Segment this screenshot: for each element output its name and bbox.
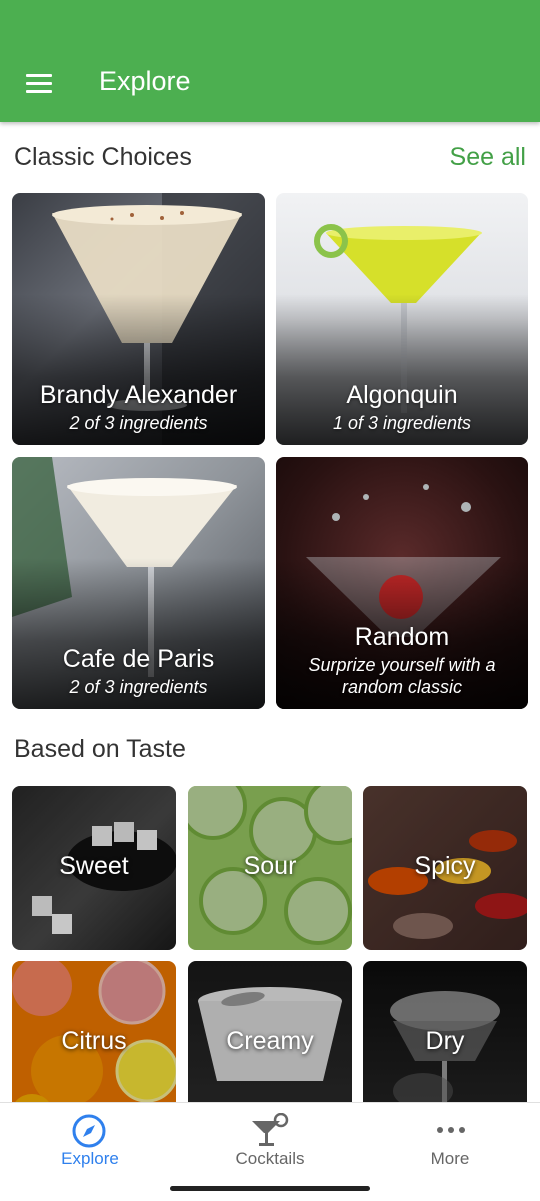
cocktail-card-random[interactable]: Random Surprize yourself with a random c… bbox=[276, 457, 528, 709]
card-subtitle-line2: random classic bbox=[341, 677, 463, 697]
taste-tile-citrus[interactable]: Citrus bbox=[12, 961, 176, 1125]
nav-label: More bbox=[430, 1149, 470, 1168]
nav-label: Explore bbox=[61, 1149, 119, 1168]
cocktail-card-brandy-alexander[interactable]: Brandy Alexander 2 of 3 ingredients bbox=[12, 193, 265, 445]
taste-tile-creamy[interactable]: Creamy bbox=[188, 961, 352, 1125]
cocktail-icon bbox=[252, 1113, 289, 1146]
classic-section-title: Classic Choices bbox=[14, 143, 192, 171]
compass-icon bbox=[72, 1114, 106, 1148]
card-subtitle: 2 of 3 ingredients bbox=[69, 677, 208, 697]
taste-label: Sweet bbox=[59, 852, 129, 880]
cocktail-card-cafe-de-paris[interactable]: Cafe de Paris 2 of 3 ingredients bbox=[12, 457, 265, 709]
card-subtitle: 2 of 3 ingredients bbox=[69, 413, 208, 433]
taste-label: Creamy bbox=[226, 1027, 314, 1055]
card-subtitle: 1 of 3 ingredients bbox=[332, 413, 472, 433]
cocktail-card-algonquin[interactable]: Algonquin 1 of 3 ingredients bbox=[276, 193, 528, 445]
taste-label: Dry bbox=[425, 1027, 465, 1055]
taste-tile-sweet[interactable]: Sweet bbox=[12, 786, 176, 950]
card-name: Algonquin bbox=[346, 381, 458, 409]
card-name: Brandy Alexander bbox=[39, 381, 238, 409]
card-name: Random bbox=[354, 623, 450, 651]
taste-section-title: Based on Taste bbox=[14, 735, 186, 763]
nav-label: Cocktails bbox=[235, 1149, 305, 1168]
taste-label: Spicy bbox=[414, 852, 476, 880]
page-title: Explore bbox=[99, 66, 191, 96]
nav-item-more[interactable]: More bbox=[360, 1103, 540, 1201]
more-dots-icon bbox=[437, 1127, 465, 1133]
taste-tile-spicy[interactable]: Spicy bbox=[363, 786, 527, 950]
taste-label: Citrus bbox=[61, 1027, 127, 1055]
home-indicator bbox=[170, 1186, 370, 1191]
menu-icon[interactable] bbox=[26, 74, 52, 94]
taste-tile-dry[interactable]: Dry bbox=[363, 961, 527, 1125]
card-name: Cafe de Paris bbox=[62, 645, 215, 673]
taste-tile-sour[interactable]: Sour bbox=[188, 786, 352, 950]
see-all-link[interactable]: See all bbox=[450, 143, 526, 172]
taste-label: Sour bbox=[243, 852, 297, 880]
nav-item-explore[interactable]: Explore bbox=[0, 1103, 180, 1201]
app-bar: Explore bbox=[0, 0, 540, 122]
card-subtitle-line1: Surprize yourself with a bbox=[308, 655, 496, 675]
